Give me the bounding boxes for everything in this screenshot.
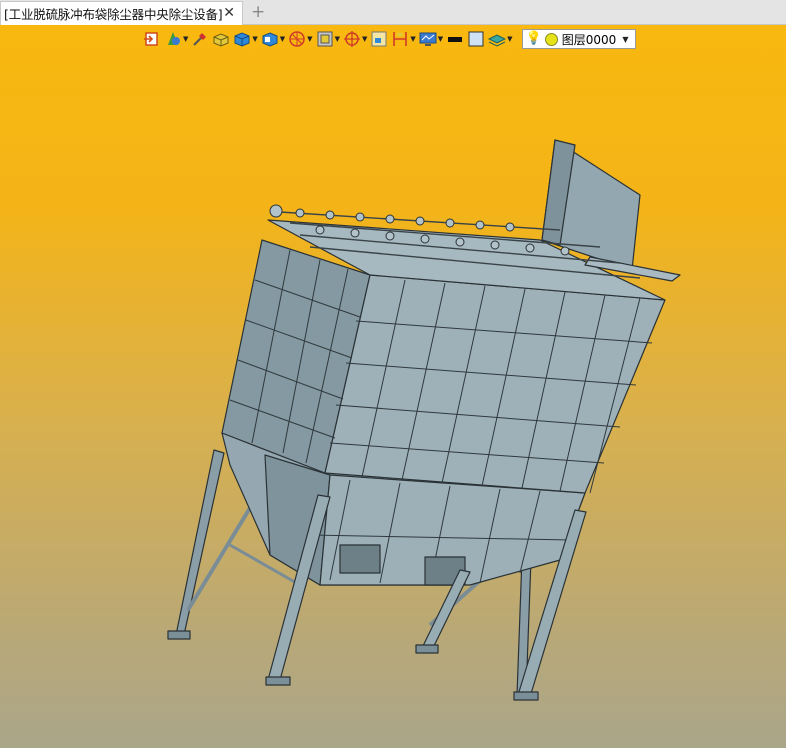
view-orientation-button[interactable]: ▼ — [261, 29, 285, 49]
measure-icon — [393, 32, 408, 46]
new-tab-icon[interactable]: + — [251, 2, 265, 22]
exit-sketch-button[interactable] — [143, 29, 161, 49]
3d-viewport[interactable]: ▼ ▼ ▼ ▼ ▼ ▼ ▼ ▼ ▼ 💡 图层0000 ▼ — [0, 25, 786, 748]
frame-icon — [317, 31, 333, 47]
lightbulb-icon[interactable]: 💡 — [526, 32, 542, 46]
shaded-box-icon — [213, 33, 229, 47]
close-icon[interactable]: ✕ — [223, 5, 235, 21]
view-toolbar: ▼ ▼ ▼ ▼ ▼ ▼ ▼ ▼ ▼ 💡 图层0000 ▼ — [143, 28, 636, 50]
layer-name: 图层0000 — [561, 32, 617, 47]
chevron-down-icon: ▼ — [183, 35, 189, 43]
chevron-down-icon: ▼ — [622, 35, 629, 44]
section-view-button[interactable]: ▼ — [288, 29, 313, 49]
blue-cube-icon — [234, 32, 250, 47]
eyedropper-icon — [193, 33, 207, 46]
fit-view-button[interactable] — [370, 29, 388, 49]
display-button[interactable]: ▼ — [419, 29, 443, 49]
chevron-down-icon: ▼ — [437, 35, 444, 43]
exit-sketch-icon — [144, 32, 158, 46]
shaded-box-button[interactable] — [212, 29, 230, 49]
document-tab[interactable]: [工业脱硫脉冲布袋除尘器中央除尘设备] ✕ — [0, 1, 243, 25]
chevron-down-icon: ▼ — [334, 35, 340, 43]
target-icon — [343, 31, 360, 47]
layer-color-icon[interactable] — [544, 32, 558, 46]
view-orientation-icon — [262, 32, 278, 47]
document-tab-title: [工业脱硫脉冲布袋除尘器中央除尘设备] — [4, 7, 223, 22]
render-style-button[interactable]: ▼ — [164, 29, 188, 49]
fit-view-icon — [371, 31, 387, 47]
chevron-down-icon: ▼ — [361, 35, 368, 43]
fill-color-icon — [468, 31, 484, 47]
layer-stack-icon — [488, 34, 507, 47]
layer-dropdown[interactable]: 💡 图层0000 ▼ — [521, 29, 636, 49]
chevron-down-icon: ▼ — [252, 35, 258, 43]
dust-collector-model — [167, 139, 681, 701]
chevron-down-icon: ▼ — [307, 35, 313, 43]
eyedropper-button[interactable] — [191, 29, 209, 49]
render-style-icon — [168, 32, 180, 45]
chevron-down-icon: ▼ — [279, 35, 286, 43]
layer-stack-button[interactable]: ▼ — [488, 29, 513, 49]
frame-button[interactable]: ▼ — [316, 29, 340, 49]
chevron-down-icon: ▼ — [410, 35, 416, 43]
target-button[interactable]: ▼ — [343, 29, 367, 49]
section-view-icon — [289, 31, 305, 47]
blue-cube-button[interactable]: ▼ — [233, 29, 258, 49]
tab-bar: [工业脱硫脉冲布袋除尘器中央除尘设备] ✕ + — [0, 0, 786, 25]
display-icon — [419, 32, 437, 46]
fill-color-button[interactable] — [467, 29, 485, 49]
line-color-button[interactable] — [446, 29, 464, 49]
chevron-down-icon: ▼ — [507, 35, 513, 43]
measure-button[interactable]: ▼ — [391, 29, 416, 49]
line-color-icon — [448, 37, 463, 42]
